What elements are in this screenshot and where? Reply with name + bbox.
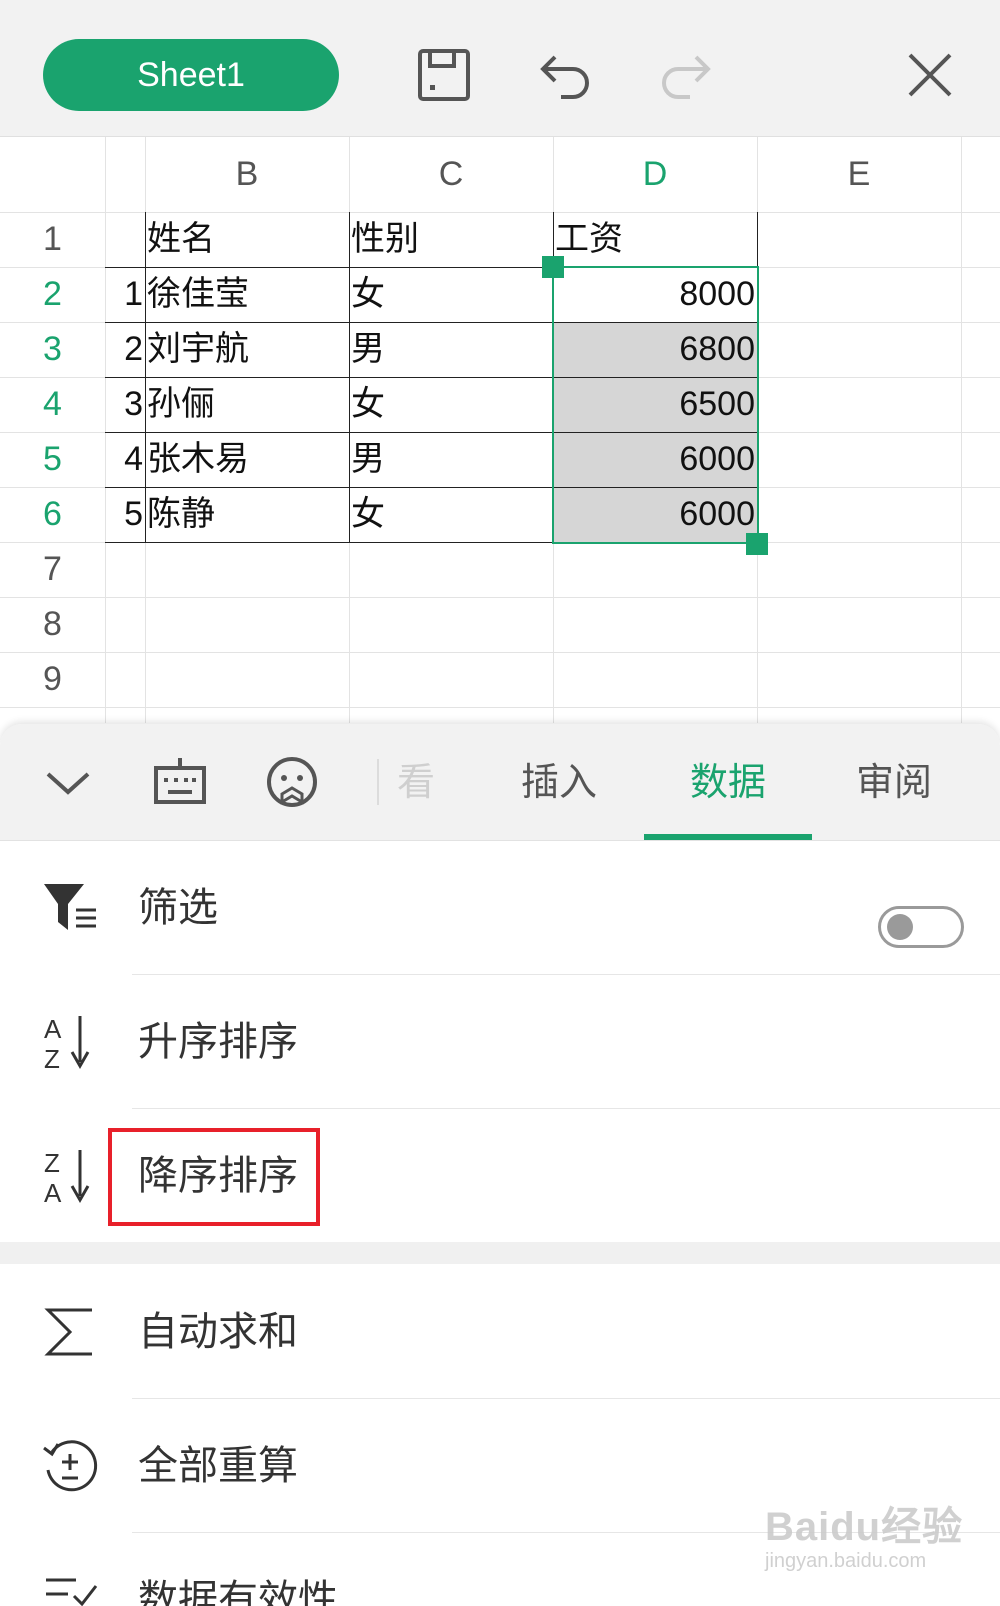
gridline — [0, 707, 1000, 708]
menu-item-filter[interactable]: 筛选 — [0, 842, 1000, 974]
svg-text:A: A — [44, 1178, 62, 1206]
sort-ascending-icon: AZ — [40, 1012, 100, 1074]
row-header-5[interactable]: 5 — [0, 432, 105, 487]
active-tab-indicator — [644, 834, 812, 840]
svg-text:A: A — [44, 1014, 62, 1044]
menu-item-autosum[interactable]: 自动求和 — [0, 1266, 1000, 1398]
tab-separator — [377, 759, 379, 805]
watermark-sub: jingyan.baidu.com — [765, 1550, 927, 1572]
cell-c4[interactable]: 女 — [351, 377, 551, 432]
menu-label-data-validation: 数据有效性 — [138, 1577, 338, 1606]
column-header-c[interactable]: C — [349, 137, 553, 212]
cell-a6[interactable]: 5 — [105, 487, 145, 542]
svg-text:Z: Z — [44, 1044, 60, 1072]
cell-c3[interactable]: 男 — [351, 322, 551, 377]
gridline — [0, 652, 1000, 653]
menu-item-sort-ascending[interactable]: AZ 升序排序 — [0, 976, 1000, 1108]
keyboard-icon[interactable] — [152, 754, 208, 810]
selection-border — [552, 266, 759, 544]
chevron-down-icon[interactable] — [40, 754, 96, 810]
cell-c2[interactable]: 女 — [351, 267, 551, 322]
menu-divider — [132, 974, 1000, 975]
redo-icon[interactable] — [656, 45, 716, 105]
data-validation-icon — [40, 1570, 100, 1606]
recalculate-icon — [40, 1436, 100, 1496]
sort-descending-icon: ZA — [40, 1146, 100, 1208]
cell-d1[interactable]: 工资 — [555, 212, 755, 267]
cell-b5[interactable]: 张木易 — [147, 432, 347, 487]
ribbon-tab-bar: 看 插入 数据 审阅 — [0, 724, 1000, 841]
tab-insert[interactable]: 插入 — [498, 724, 620, 840]
selection-handle-start[interactable] — [542, 256, 564, 278]
column-header-d[interactable]: D — [553, 137, 757, 212]
cell-a5[interactable]: 4 — [105, 432, 145, 487]
cell-a4[interactable]: 3 — [105, 377, 145, 432]
filter-toggle[interactable] — [878, 906, 964, 948]
close-icon[interactable] — [900, 45, 960, 105]
sheet-name-button[interactable]: Sheet1 — [43, 39, 339, 111]
cell-b4[interactable]: 孙俪 — [147, 377, 347, 432]
row-header-1[interactable]: 1 — [0, 212, 105, 267]
toggle-knob — [887, 914, 913, 940]
cell-b6[interactable]: 陈静 — [147, 487, 347, 542]
row-header-7[interactable]: 7 — [0, 542, 105, 597]
gridline — [961, 137, 962, 723]
section-gap — [0, 1242, 1000, 1264]
menu-label-autosum: 自动求和 — [138, 1309, 298, 1355]
menu-label-filter: 筛选 — [138, 885, 218, 931]
row-header-9[interactable]: 9 — [0, 652, 105, 707]
cell-a3[interactable]: 2 — [105, 322, 145, 377]
filter-icon — [40, 878, 100, 938]
highlight-box — [108, 1128, 320, 1226]
sigma-icon — [40, 1302, 100, 1362]
menu-label-sort-ascending: 升序排序 — [138, 1019, 298, 1065]
cell-b1[interactable]: 姓名 — [147, 212, 347, 267]
gridline — [0, 597, 1000, 598]
selection-handle-end[interactable] — [746, 533, 768, 555]
row-header-8[interactable]: 8 — [0, 597, 105, 652]
column-header-e[interactable]: E — [757, 137, 961, 212]
menu-divider — [132, 1108, 1000, 1109]
tab-data[interactable]: 数据 — [644, 724, 812, 840]
row-header-3[interactable]: 3 — [0, 322, 105, 377]
save-icon[interactable] — [414, 45, 474, 105]
row-header-6[interactable]: 6 — [0, 487, 105, 542]
tab-view[interactable]: 看 — [392, 724, 440, 840]
cell-b3[interactable]: 刘宇航 — [147, 322, 347, 377]
cell-c1[interactable]: 性别 — [351, 212, 551, 267]
tab-review[interactable]: 审阅 — [828, 724, 960, 840]
emoji-face-icon[interactable] — [264, 754, 320, 810]
column-header-b[interactable]: B — [145, 137, 349, 212]
top-toolbar: Sheet1 — [0, 0, 1000, 137]
svg-text:Z: Z — [44, 1148, 60, 1178]
row-header-4[interactable]: 4 — [0, 377, 105, 432]
cell-a2[interactable]: 1 — [105, 267, 145, 322]
cell-c6[interactable]: 女 — [351, 487, 551, 542]
undo-icon[interactable] — [535, 45, 595, 105]
cell-b2[interactable]: 徐佳莹 — [147, 267, 347, 322]
row-header-2[interactable]: 2 — [0, 267, 105, 322]
watermark-main: Baidu经验 — [765, 1505, 964, 1549]
cell-c5[interactable]: 男 — [351, 432, 551, 487]
menu-label-recalculate: 全部重算 — [138, 1443, 298, 1489]
data-panel: 看 插入 数据 审阅 筛选 AZ 升序排序 ZA 降序排序 自动求和 全部重算 … — [0, 724, 1000, 1606]
spreadsheet-grid[interactable]: B C D E 1 2 3 4 5 6 7 8 9 姓名 性别 工资 1 徐佳莹… — [0, 137, 1000, 723]
watermark: Baidu经验 jingyan.baidu.com — [765, 1494, 995, 1594]
menu-divider — [132, 1398, 1000, 1399]
